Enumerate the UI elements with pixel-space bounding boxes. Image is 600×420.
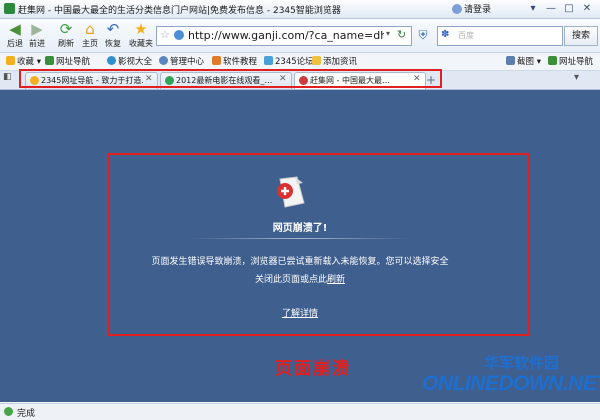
search-box[interactable]: ✽ 百度 <box>437 26 563 46</box>
bookmark-label: 截图 <box>517 57 535 67</box>
refresh-button[interactable]: ⟳ 刷新 <box>55 21 77 49</box>
back-button[interactable]: ◀ 后退 <box>4 21 26 49</box>
crash-title: 网页崩溃了! <box>272 223 328 234</box>
bookmark-label: 收藏 <box>17 57 35 67</box>
refresh-icon: ⟳ <box>59 20 73 38</box>
maximize-button[interactable]: □ <box>562 2 576 15</box>
screenshot-button[interactable]: 截图 ▾ <box>506 55 541 67</box>
star-icon: ★ <box>134 20 148 38</box>
undo-icon: ↶ <box>106 20 120 38</box>
reload-link[interactable]: 刷新 <box>327 275 345 285</box>
status-ok-icon <box>4 407 13 416</box>
globe-icon <box>174 30 184 40</box>
favorites-label: 收藏夹 <box>129 39 153 48</box>
search-button[interactable]: 搜索 <box>564 26 598 46</box>
bookmark-label: 网址导航 <box>56 57 91 67</box>
bookmark-forum[interactable]: 2345论坛 <box>264 55 314 67</box>
url-input[interactable]: http://www.ganji.com/?ca_name=dh_2345_00… <box>188 29 384 42</box>
home-icon: ⌂ <box>85 20 95 38</box>
home-label: 主页 <box>82 39 98 48</box>
star-icon <box>6 56 15 65</box>
play-icon <box>107 56 116 65</box>
bookmark-manager[interactable]: 管理中心 <box>159 55 204 67</box>
favorites-button[interactable]: ★ 收藏夹 <box>127 21 155 49</box>
restore-button[interactable]: ↶ 恢复 <box>102 21 124 49</box>
forward-label: 前进 <box>29 39 45 48</box>
security-shield-icon[interactable]: ⛨ <box>414 26 432 44</box>
back-arrow-icon: ◀ <box>9 20 21 38</box>
user-icon <box>452 4 462 14</box>
title-bar: 赶集网 - 中国最大最全的生活分类信息门户网站|免费发布信息 - 2345智能浏… <box>0 0 600 19</box>
login-label: 请登录 <box>464 5 492 15</box>
watermark-cn: 华军软件园 <box>484 354 560 372</box>
bookmark-star-icon[interactable]: ☆ <box>160 28 170 41</box>
address-bar[interactable]: ☆ http://www.ganji.com/?ca_name=dh_2345_… <box>156 26 412 46</box>
status-text: 完成 <box>17 409 36 419</box>
navigation-toolbar: ◀ 后退 ▶ 前进 ⟳ 刷新 ⌂ 主页 ↶ 恢复 ★ 收藏夹 ☆ http://… <box>0 19 600 53</box>
tabs-highlight-box <box>19 69 442 88</box>
url-dropdown-icon[interactable]: ▾ <box>386 29 396 38</box>
site-favicon-icon <box>4 3 15 14</box>
tutorial-icon <box>212 56 221 65</box>
nav-icon <box>45 56 54 65</box>
crash-message-text: 关闭此页面或点此 <box>254 275 327 285</box>
tab-menu-icon[interactable]: ▾ <box>574 72 579 83</box>
bulb-icon <box>312 56 321 65</box>
back-label: 后退 <box>7 39 23 48</box>
nav-icon <box>548 56 557 65</box>
bookmark-tutorials[interactable]: 软件教程 <box>212 55 257 67</box>
menu-dropdown-button[interactable]: ▾ <box>526 2 540 15</box>
scissors-icon <box>506 56 515 65</box>
bookmark-nav-right[interactable]: 网址导航 <box>548 55 593 67</box>
refresh-label: 刷新 <box>58 39 74 48</box>
close-window-button[interactable]: ✕ <box>580 2 594 15</box>
baidu-paw-icon[interactable]: ✽ <box>441 29 449 40</box>
watermark-en: ONLINEDOWN.NET <box>422 372 600 395</box>
window-title: 赶集网 - 中国最大最全的生活分类信息门户网站|免费发布信息 - 2345智能浏… <box>18 6 341 16</box>
home-button[interactable]: ⌂ 主页 <box>79 21 101 49</box>
bookmark-videos[interactable]: 影视大全 <box>107 55 152 67</box>
bookmark-label: 网址导航 <box>559 57 594 67</box>
restore-label: 恢复 <box>105 39 121 48</box>
bookmark-nav[interactable]: 网址导航 <box>45 55 90 67</box>
bookmark-favorites[interactable]: 收藏 ▾ <box>6 55 41 67</box>
learn-more-link[interactable]: 了解详情 <box>250 306 350 319</box>
tab-scroll-left-icon[interactable]: ◧ <box>3 72 12 82</box>
settings-icon <box>159 56 168 65</box>
crash-message-line1: 页面发生错误导致崩溃，浏览器已尝试重新载入未能恢复。您可以选择安全 <box>151 257 449 267</box>
forum-icon <box>264 56 273 65</box>
crash-page-icon <box>277 176 305 208</box>
annotation-caption: 页面崩溃 <box>275 359 351 379</box>
crash-message-line2: 关闭此页面或点此刷新 <box>110 272 490 285</box>
address-refresh-icon[interactable]: ↻ <box>397 28 406 41</box>
divider <box>190 238 410 239</box>
bookmark-label: 2345论坛 <box>275 57 314 67</box>
login-button[interactable]: 请登录 <box>452 2 491 15</box>
status-bar: 完成 <box>0 403 600 420</box>
bookmark-label: 添加资讯 <box>323 57 358 67</box>
bookmark-label: 影视大全 <box>118 57 153 67</box>
minimize-button[interactable]: — <box>544 2 558 15</box>
search-input[interactable]: 百度 <box>458 30 474 41</box>
bookmark-add-news[interactable]: 添加资讯 <box>312 55 357 67</box>
forward-button[interactable]: ▶ 前进 <box>26 21 48 49</box>
bookmark-label: 管理中心 <box>170 57 205 67</box>
forward-arrow-icon: ▶ <box>31 20 43 38</box>
bookmark-label: 软件教程 <box>223 57 258 67</box>
